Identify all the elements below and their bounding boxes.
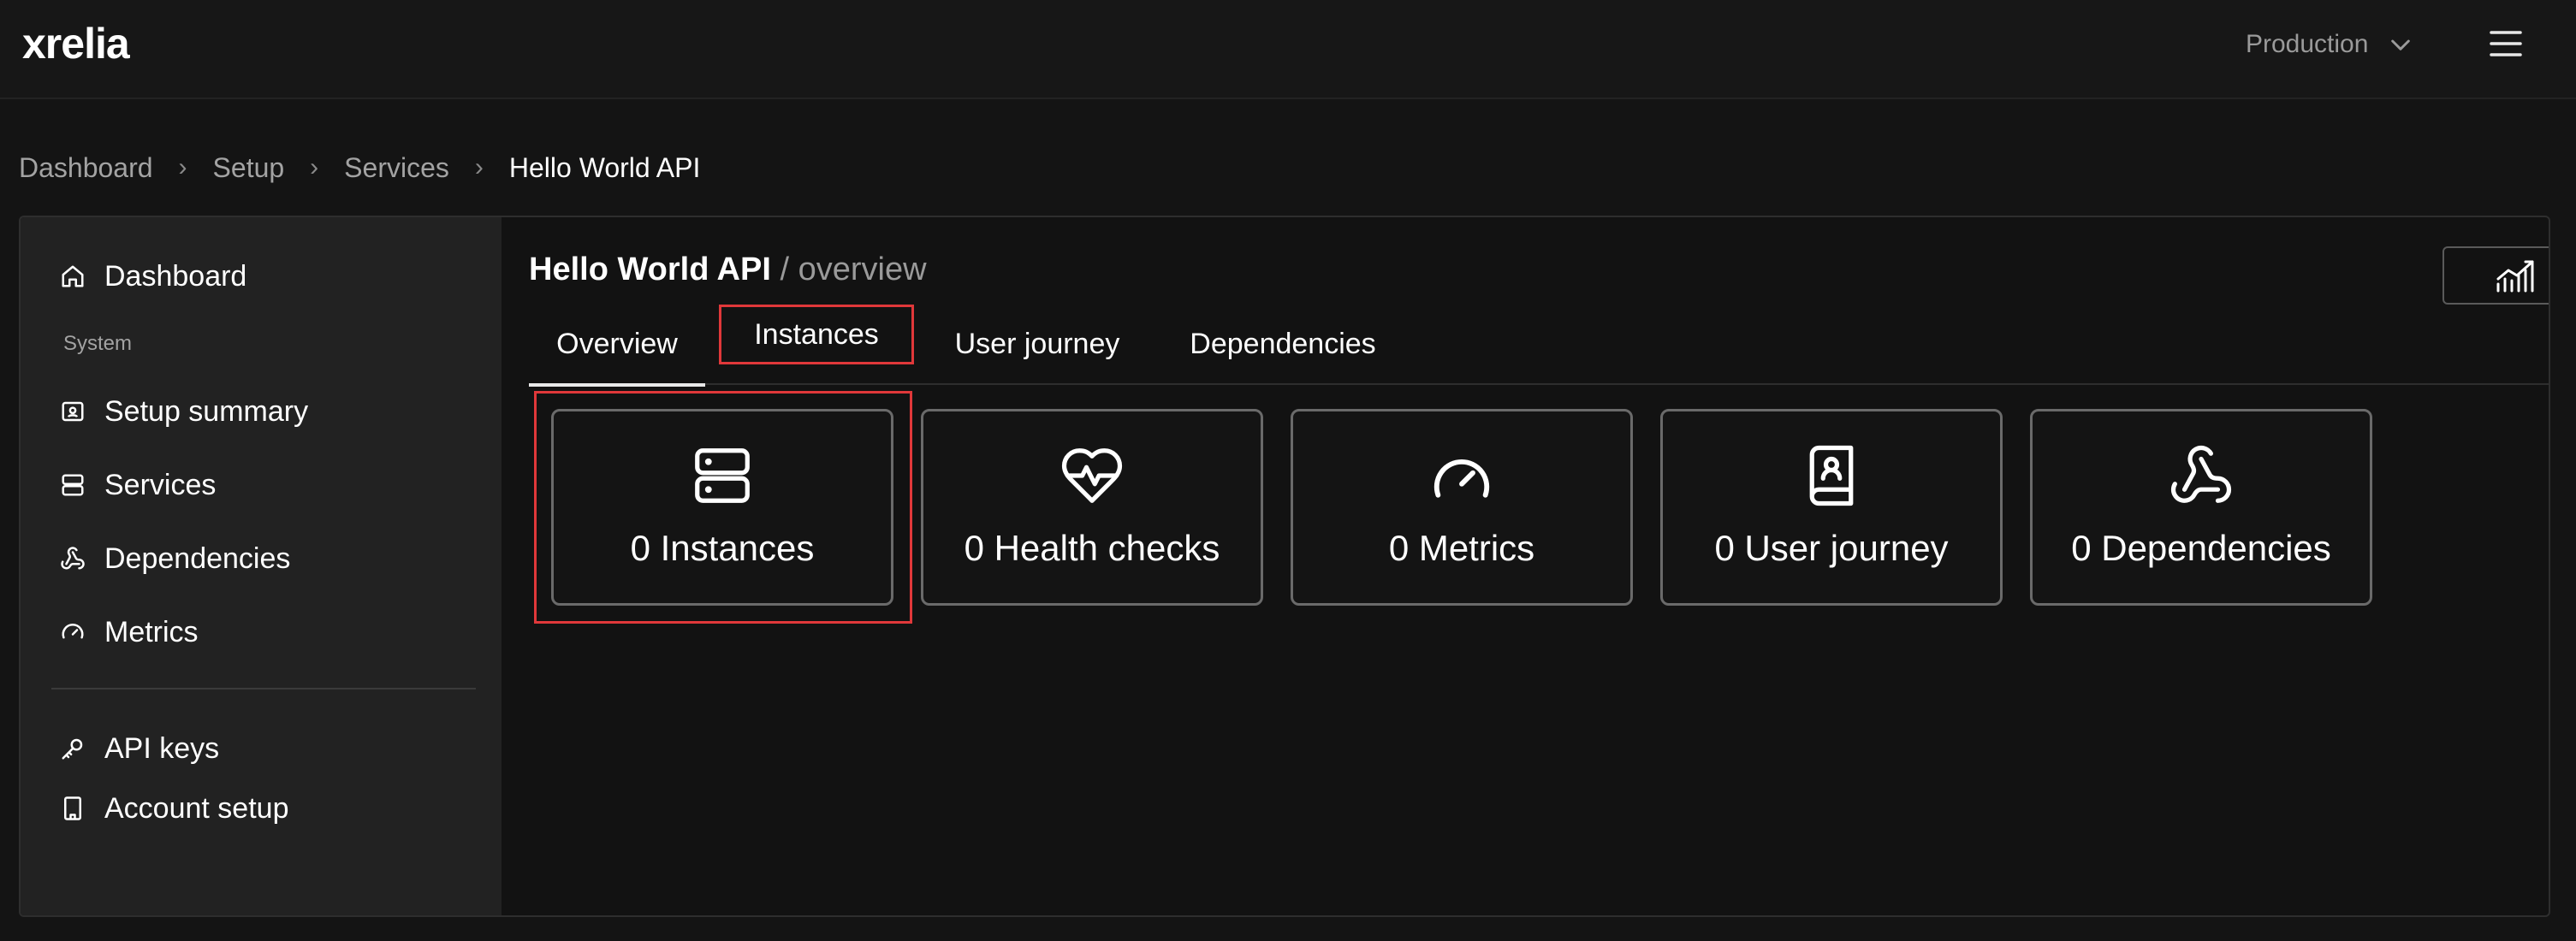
- service-name: Hello World API: [529, 252, 771, 287]
- tile-health-checks[interactable]: 0 Health checks: [921, 409, 1263, 606]
- tile-user-journey[interactable]: 0 User journey: [1660, 409, 2003, 606]
- breadcrumb-setup[interactable]: Setup: [213, 152, 285, 184]
- server-icon: [62, 474, 84, 496]
- tile-instances[interactable]: 0 Instances: [551, 409, 893, 606]
- hamburger-menu-button[interactable]: [2489, 24, 2523, 63]
- sidebar-item-services[interactable]: Services: [60, 464, 216, 506]
- breadcrumb: Dashboard › Setup › Services › Hello Wor…: [19, 149, 700, 186]
- webhook-icon: [61, 547, 85, 570]
- tab-instances[interactable]: Instances: [719, 305, 914, 364]
- home-icon: [62, 265, 84, 287]
- tile-label: 0 Instances: [630, 528, 815, 568]
- analytics-button[interactable]: [2442, 246, 2549, 305]
- hamburger-icon: [2490, 31, 2522, 56]
- breadcrumb-separator: ›: [178, 153, 187, 181]
- breadcrumb-dashboard[interactable]: Dashboard: [19, 152, 153, 184]
- brand-logo[interactable]: xrelia: [22, 19, 130, 68]
- sidebar-item-api-keys[interactable]: API keys: [60, 727, 219, 770]
- sidebar-divider: [51, 688, 476, 689]
- heart-pulse-icon: [1061, 448, 1123, 503]
- tab-overview[interactable]: Overview: [529, 303, 705, 387]
- breadcrumb-separator: ›: [474, 153, 484, 181]
- sidebar-item-label: Dependencies: [104, 542, 291, 575]
- sidebar-item-label: Setup summary: [104, 394, 309, 428]
- chart-icon: [2496, 260, 2534, 293]
- environment-label: Production: [2246, 30, 2369, 58]
- tab-bar: Overview Instances User journey Dependen…: [529, 303, 2549, 387]
- tab-dependencies[interactable]: Dependencies: [1167, 303, 1398, 385]
- sidebar-item-label: API keys: [104, 731, 220, 765]
- key-icon: [62, 738, 83, 760]
- breadcrumb-separator: ›: [310, 153, 319, 181]
- sidebar-item-label: Account setup: [104, 791, 289, 825]
- chevron-down-icon: [2391, 39, 2411, 50]
- content-card: Dashboard System Setup summary Services …: [19, 216, 2550, 917]
- tile-label: 0 Metrics: [1388, 528, 1535, 568]
- tab-user-journey[interactable]: User journey: [935, 303, 1140, 385]
- sidebar-section-label: System: [63, 332, 133, 355]
- server-icon: [695, 448, 750, 503]
- tile-dependencies[interactable]: 0 Dependencies: [2030, 409, 2372, 606]
- sidebar-item-dependencies[interactable]: Dependencies: [60, 537, 290, 580]
- tile-metrics[interactable]: 0 Metrics: [1291, 409, 1633, 606]
- sidebar-item-metrics[interactable]: Metrics: [60, 611, 199, 654]
- page-subtitle: / overview: [770, 252, 927, 287]
- sidebar-item-label: Dashboard: [104, 259, 247, 293]
- tile-label: 0 Dependencies: [2071, 528, 2331, 568]
- sidebar-item-account-setup[interactable]: Account setup: [60, 787, 288, 830]
- sidebar: Dashboard System Setup summary Services …: [21, 217, 502, 915]
- building-icon: [64, 796, 81, 820]
- webhook-icon: [2170, 445, 2232, 503]
- gauge-icon: [1433, 459, 1490, 498]
- sidebar-item-dashboard[interactable]: Dashboard: [60, 255, 246, 298]
- book-user-icon: [1809, 445, 1854, 506]
- clipboard-user-icon: [62, 401, 84, 422]
- page-title: Hello World API / overview: [529, 252, 927, 288]
- sidebar-item-setup-summary[interactable]: Setup summary: [60, 390, 308, 433]
- environment-select[interactable]: Production: [2246, 26, 2414, 63]
- tile-label: 0 Health checks: [964, 528, 1220, 568]
- main-content: Hello World API / overview Overview Inst…: [502, 217, 2549, 915]
- breadcrumb-current: Hello World API: [508, 151, 701, 183]
- sidebar-item-label: Services: [104, 468, 217, 501]
- sidebar-item-label: Metrics: [104, 615, 199, 648]
- breadcrumb-services[interactable]: Services: [344, 152, 449, 184]
- tile-label: 0 User journey: [1714, 528, 1949, 568]
- top-bar: xrelia Production: [0, 0, 2576, 99]
- gauge-icon: [62, 624, 84, 639]
